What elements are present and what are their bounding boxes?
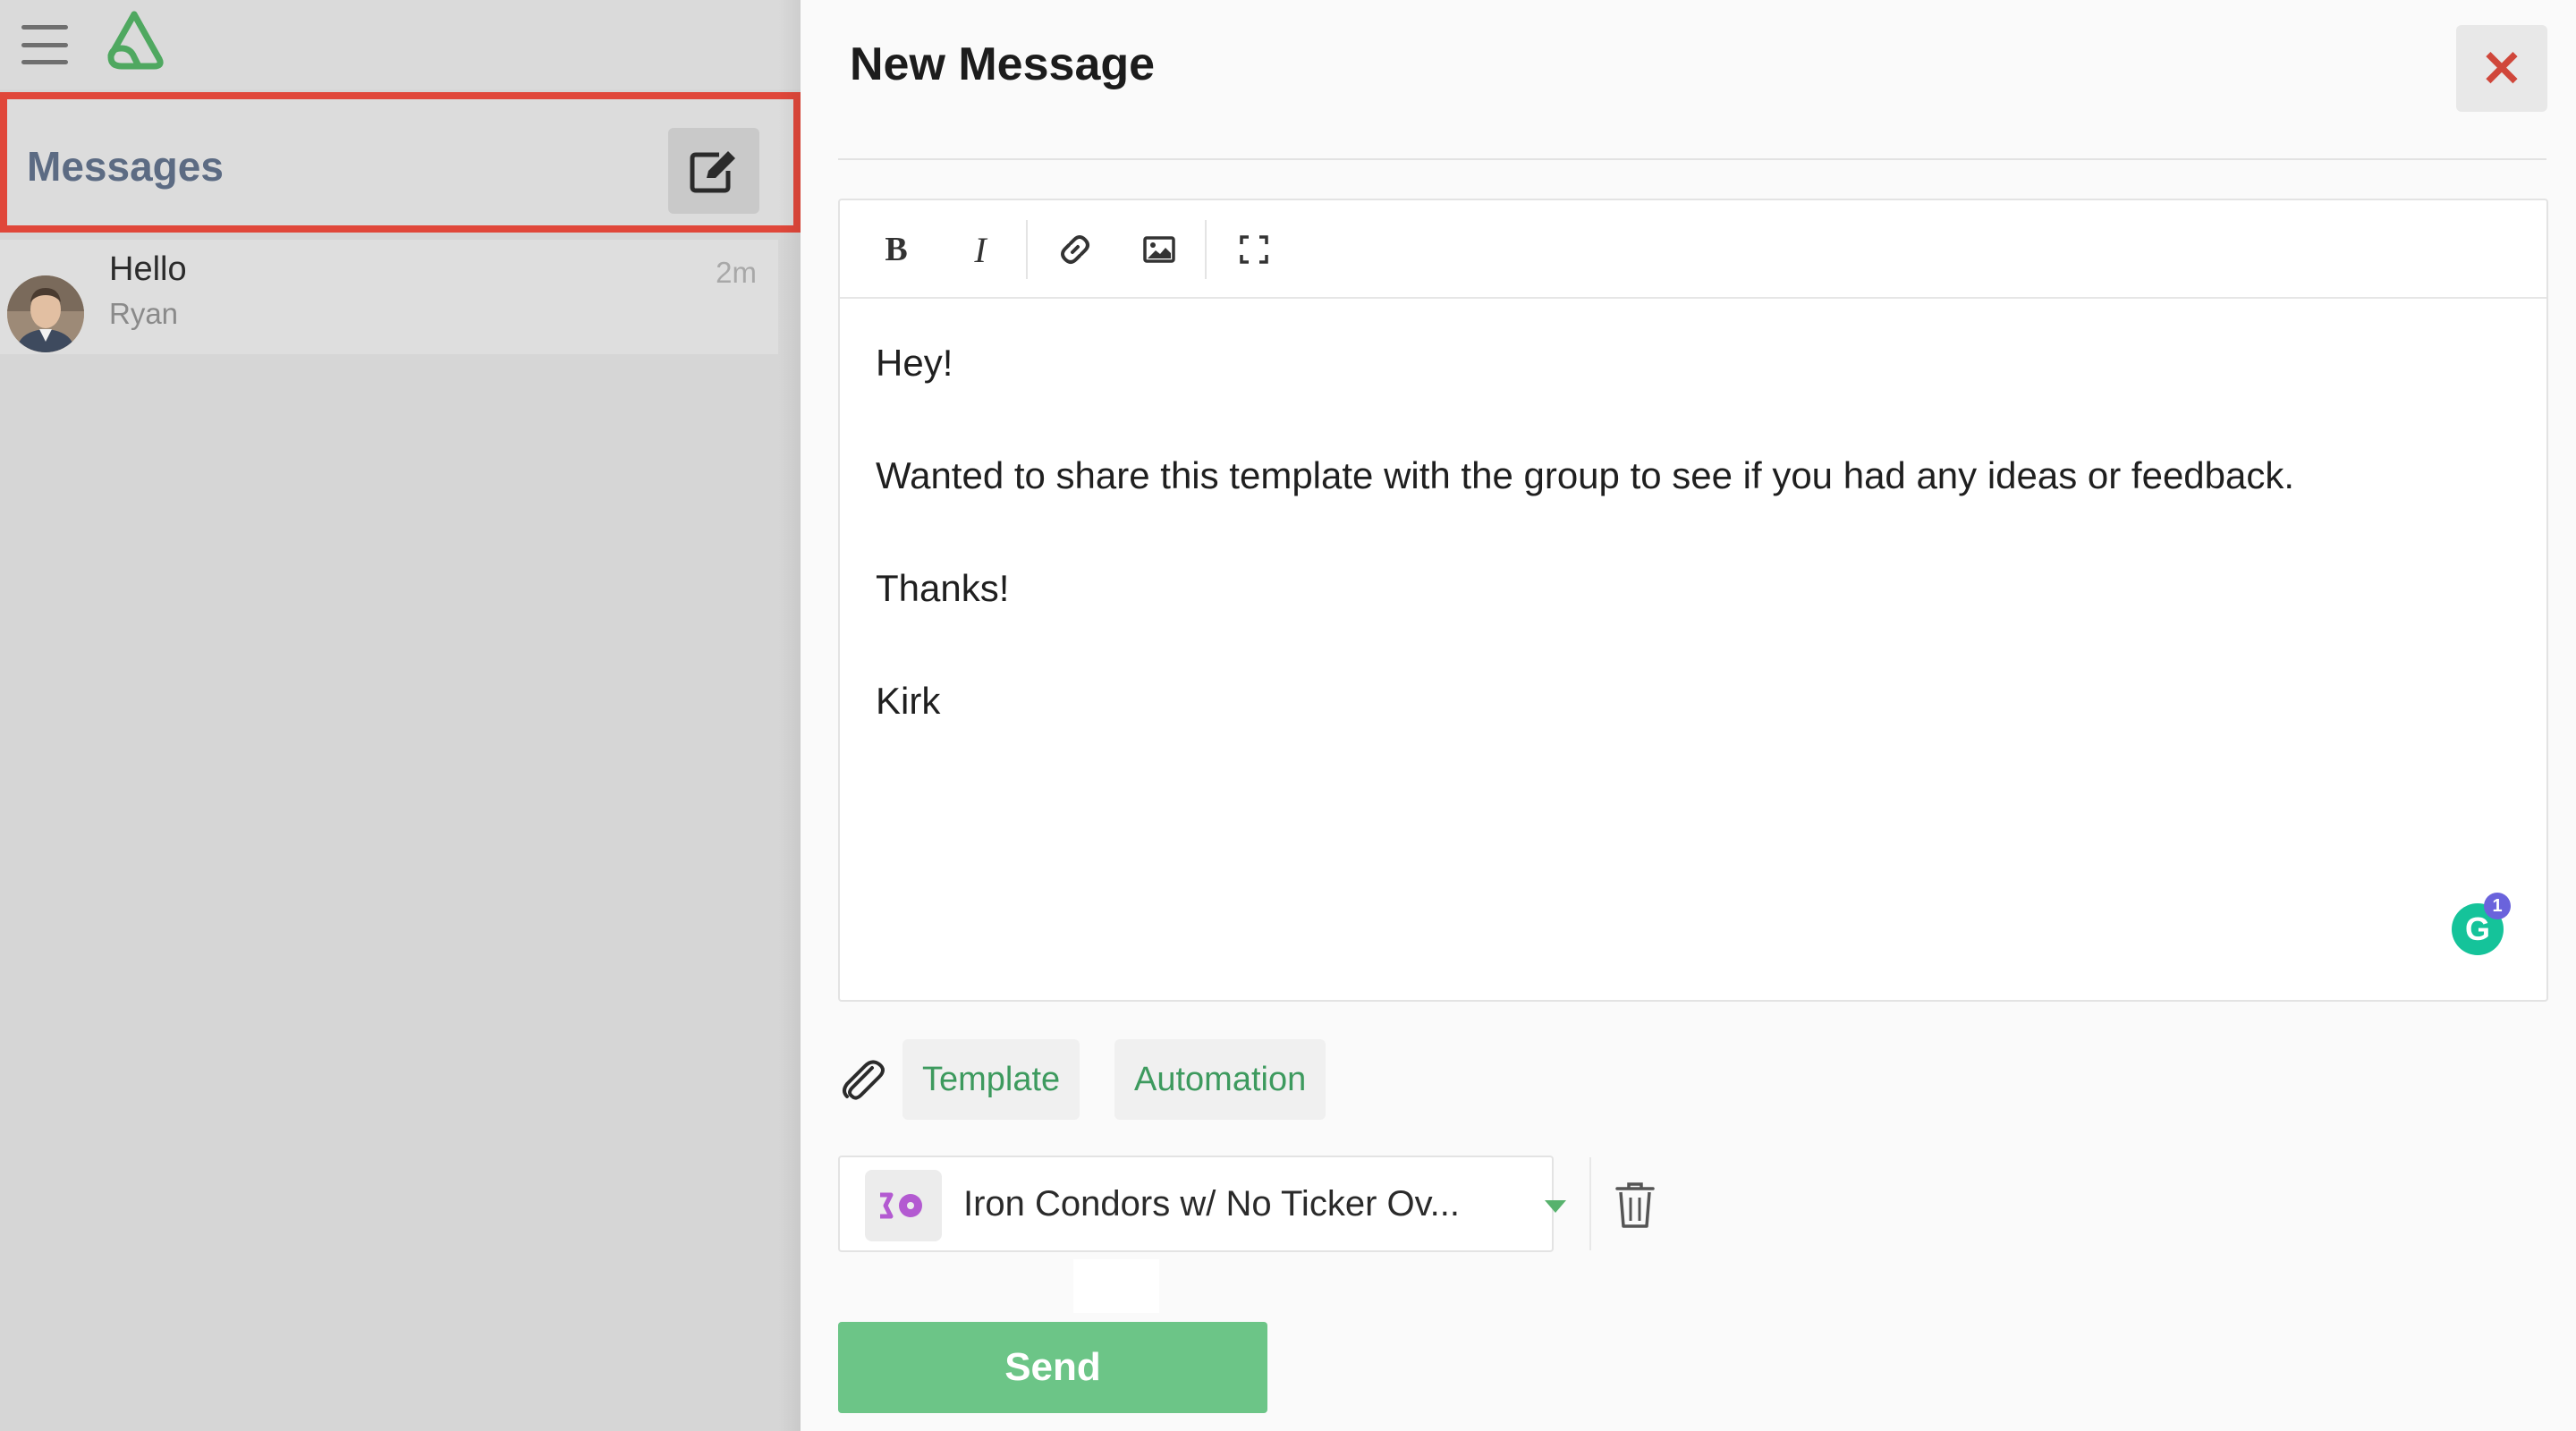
insert-link-button[interactable] [1046, 220, 1105, 279]
editor-toolbar: B I [840, 200, 2546, 299]
compose-edit-icon [690, 151, 735, 193]
messages-title: Messages [27, 143, 224, 190]
pane-divider [778, 0, 801, 1431]
message-editor[interactable]: B I Hey! Wanted to share this template w… [838, 199, 2548, 1002]
new-message-panel: New Message ✕ B I Hey! Wanted to share t… [801, 0, 2576, 1431]
toolbar-separator [1205, 220, 1207, 279]
delete-template-button[interactable] [1600, 1170, 1670, 1240]
close-button[interactable]: ✕ [2456, 25, 2547, 112]
avatar [7, 275, 84, 352]
attached-template: Iron Condors w/ No Ticker Ov... [838, 1156, 1655, 1252]
send-button[interactable]: Send [838, 1322, 1267, 1413]
image-icon [1143, 236, 1175, 263]
template-button[interactable]: Template [902, 1039, 1080, 1120]
body-closing: Thanks! [876, 567, 1010, 609]
template-separator [1589, 1157, 1591, 1250]
message-body[interactable]: Hey! Wanted to share this template with … [876, 334, 2504, 729]
panel-title: New Message [850, 38, 1156, 90]
messages-sidebar: Messages Hello Ryan 2m [0, 0, 801, 1431]
caret-down-icon[interactable] [1545, 1200, 1566, 1213]
fullscreen-button[interactable] [1224, 220, 1284, 279]
conversation-time: 2m [716, 256, 757, 289]
top-bar [0, 0, 801, 89]
toolbar-separator [1026, 220, 1028, 279]
conversation-subject: Hello [109, 250, 187, 288]
close-x-icon: ✕ [2480, 39, 2523, 97]
body-greeting: Hey! [876, 342, 953, 384]
compose-button[interactable] [668, 128, 759, 214]
conversation-item[interactable]: Hello Ryan 2m [0, 240, 778, 354]
body-paragraph: Wanted to share this template with the g… [876, 454, 2295, 496]
template-type-icon [865, 1170, 942, 1241]
grammarly-icon[interactable]: G 1 [2452, 893, 2511, 955]
conversation-sender: Ryan [109, 297, 179, 330]
automation-button[interactable]: Automation [1114, 1039, 1326, 1120]
bold-button[interactable]: B [867, 220, 926, 279]
paperclip-icon[interactable] [838, 1055, 886, 1104]
italic-button[interactable]: I [951, 220, 1010, 279]
spacer-block [1073, 1259, 1159, 1313]
fullscreen-icon [1240, 235, 1268, 264]
grammarly-badge: 1 [2484, 893, 2511, 919]
grammarly-letter: G [2464, 910, 2490, 947]
trash-icon [1615, 1182, 1655, 1228]
messages-header: Messages [0, 92, 801, 233]
insert-image-button[interactable] [1130, 220, 1189, 279]
logo-icon[interactable] [98, 9, 170, 73]
body-signature: Kirk [876, 680, 941, 722]
template-name[interactable]: Iron Condors w/ No Ticker Ov... [963, 1184, 1460, 1224]
header-divider [838, 158, 2546, 160]
hamburger-menu-icon[interactable] [21, 25, 68, 64]
link-icon [1061, 235, 1089, 264]
